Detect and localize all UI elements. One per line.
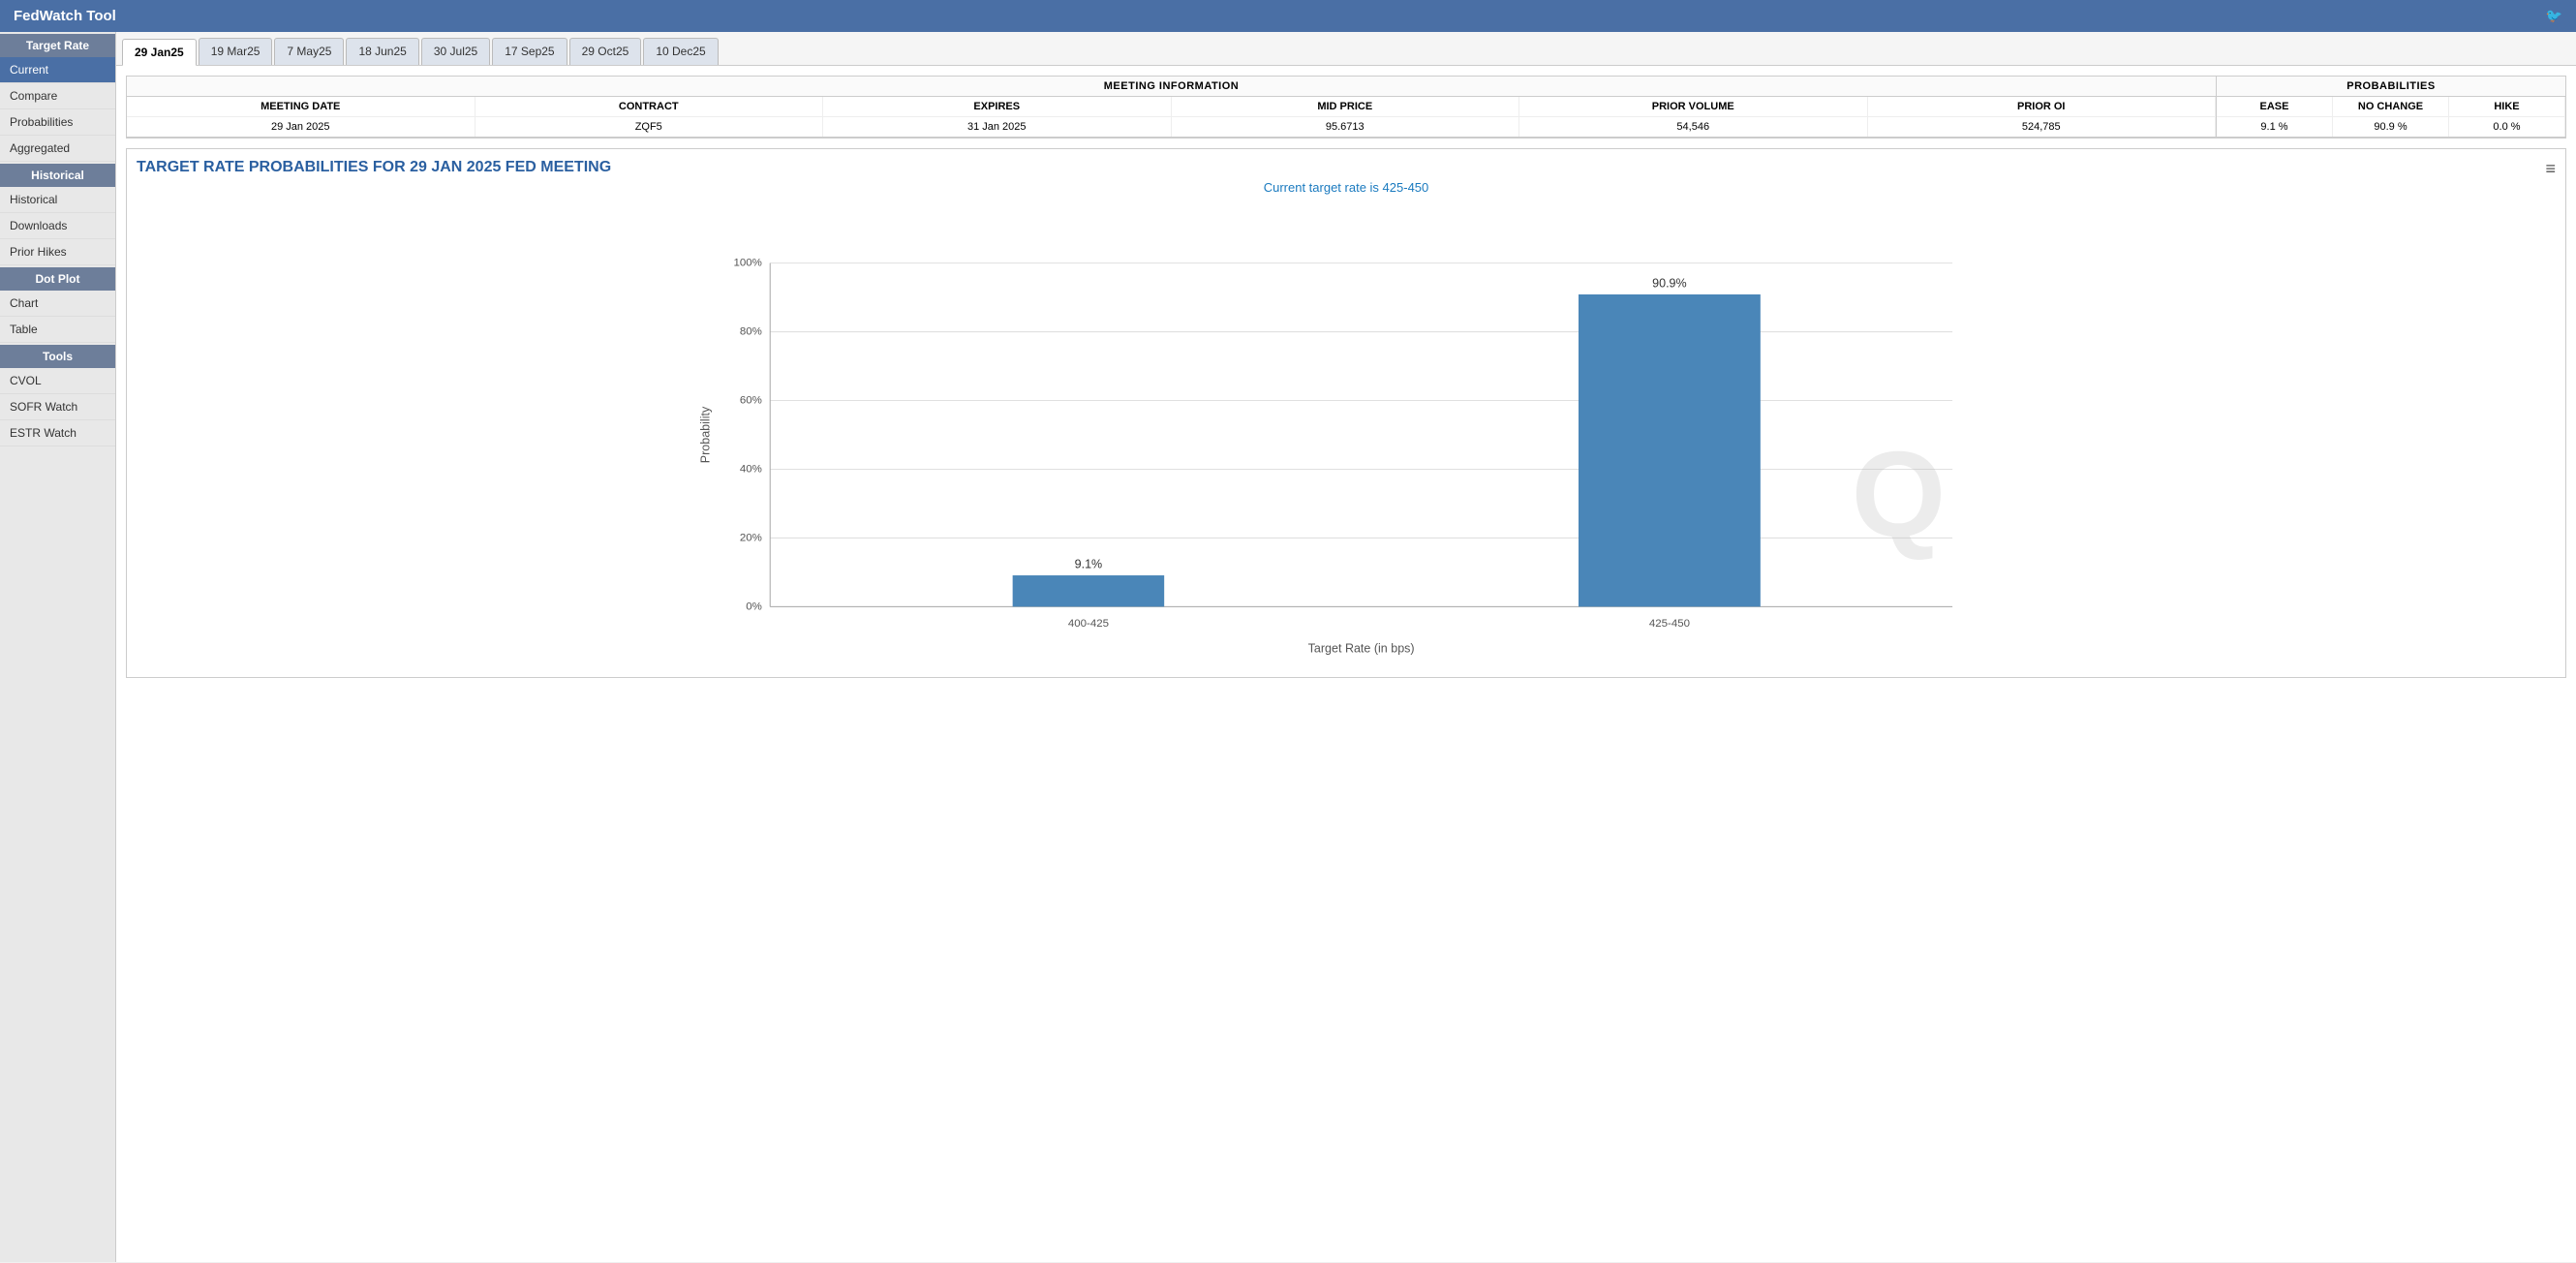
meeting-info-table: MEETING INFORMATION MEETING DATE CONTRAC… [126, 76, 2566, 139]
titlebar: FedWatch Tool 🐦 [0, 0, 2576, 32]
x-label-400-425: 400-425 [1068, 618, 1109, 630]
svg-text:40%: 40% [740, 464, 762, 476]
tab-bar: 29 Jan25 19 Mar25 7 May25 18 Jun25 30 Ju… [116, 32, 2576, 66]
val-mid-price: 95.6713 [1172, 117, 1520, 137]
twitter-icon[interactable]: 🐦 [2546, 8, 2562, 24]
sidebar-section-dot-plot: Dot Plot [0, 267, 115, 291]
chart-container: 0% 20% 40% 60% 80% 100% Probability [137, 202, 2556, 667]
sidebar-item-chart[interactable]: Chart [0, 291, 115, 317]
sidebar-item-prior-hikes[interactable]: Prior Hikes [0, 239, 115, 265]
sidebar: Target Rate Current Compare Probabilitie… [0, 32, 116, 1262]
col-prior-volume: PRIOR VOLUME [1519, 97, 1868, 117]
hamburger-menu-icon[interactable]: ≡ [2545, 159, 2556, 179]
bar-label-425-450: 90.9% [1652, 277, 1687, 291]
bar-label-400-425: 9.1% [1075, 558, 1103, 571]
col-mid-price: MID PRICE [1172, 97, 1520, 117]
col-hike: HIKE [2449, 97, 2565, 117]
tab-30jul25[interactable]: 30 Jul25 [421, 38, 490, 65]
col-ease: EASE [2217, 97, 2333, 117]
tab-10dec25[interactable]: 10 Dec25 [643, 38, 718, 65]
col-expires: EXPIRES [823, 97, 1172, 117]
sidebar-item-current[interactable]: Current [0, 57, 115, 83]
meeting-info-section-title: MEETING INFORMATION [127, 77, 2216, 97]
prob-col-headers: EASE NO CHANGE HIKE [2217, 97, 2565, 117]
tab-29jan25[interactable]: 29 Jan25 [122, 39, 197, 66]
tab-29oct25[interactable]: 29 Oct25 [569, 38, 642, 65]
tab-17sep25[interactable]: 17 Sep25 [492, 38, 567, 65]
val-no-change: 90.9 % [2333, 117, 2449, 137]
bar-425-450 [1579, 294, 1761, 606]
col-contract: CONTRACT [475, 97, 824, 117]
sidebar-item-compare[interactable]: Compare [0, 83, 115, 109]
main-content-area: 29 Jan25 19 Mar25 7 May25 18 Jun25 30 Ju… [116, 32, 2576, 1262]
chart-area: ≡ TARGET RATE PROBABILITIES FOR 29 JAN 2… [126, 148, 2566, 678]
sidebar-item-sofr-watch[interactable]: SOFR Watch [0, 394, 115, 420]
content-panel: MEETING INFORMATION MEETING DATE CONTRAC… [116, 66, 2576, 1262]
sidebar-item-aggregated[interactable]: Aggregated [0, 136, 115, 162]
sidebar-section-historical: Historical [0, 164, 115, 187]
svg-text:60%: 60% [740, 395, 762, 407]
x-label-425-450: 425-450 [1649, 618, 1690, 630]
tab-19mar25[interactable]: 19 Mar25 [199, 38, 273, 65]
val-contract: ZQF5 [475, 117, 824, 137]
tab-18jun25[interactable]: 18 Jun25 [346, 38, 418, 65]
sidebar-item-downloads[interactable]: Downloads [0, 213, 115, 239]
chart-svg: 0% 20% 40% 60% 80% 100% Probability [137, 202, 2556, 667]
sidebar-section-tools: Tools [0, 345, 115, 368]
prob-section-title: PROBABILITIES [2217, 77, 2565, 97]
val-expires: 31 Jan 2025 [823, 117, 1172, 137]
col-meeting-date: MEETING DATE [127, 97, 475, 117]
bar-400-425 [1013, 575, 1165, 606]
val-prior-volume: 54,546 [1519, 117, 1868, 137]
tab-7may25[interactable]: 7 May25 [274, 38, 344, 65]
prob-values: 9.1 % 90.9 % 0.0 % [2217, 117, 2565, 137]
svg-text:80%: 80% [740, 326, 762, 338]
main-layout: Target Rate Current Compare Probabilitie… [0, 32, 2576, 1262]
watermark: Q [1852, 426, 1946, 562]
x-axis-title: Target Rate (in bps) [1308, 641, 1415, 655]
chart-subtitle: Current target rate is 425-450 [137, 180, 2556, 195]
sidebar-item-probabilities[interactable]: Probabilities [0, 109, 115, 136]
svg-text:100%: 100% [734, 258, 762, 269]
val-hike: 0.0 % [2449, 117, 2565, 137]
sidebar-item-historical[interactable]: Historical [0, 187, 115, 213]
col-no-change: NO CHANGE [2333, 97, 2449, 117]
val-prior-oi: 524,785 [1868, 117, 2217, 137]
svg-text:0%: 0% [746, 601, 762, 613]
sidebar-item-table[interactable]: Table [0, 317, 115, 343]
sidebar-section-target-rate: Target Rate [0, 34, 115, 57]
sidebar-item-cvol[interactable]: CVOL [0, 368, 115, 394]
svg-text:20%: 20% [740, 533, 762, 544]
sidebar-item-estr-watch[interactable]: ESTR Watch [0, 420, 115, 447]
col-prior-oi: PRIOR OI [1868, 97, 2217, 117]
val-ease: 9.1 % [2217, 117, 2333, 137]
app-title: FedWatch Tool [14, 8, 116, 24]
meeting-info-col-headers: MEETING DATE CONTRACT EXPIRES MID PRICE … [127, 97, 2216, 117]
meeting-info-values: 29 Jan 2025 ZQF5 31 Jan 2025 95.6713 54,… [127, 117, 2216, 137]
chart-title: TARGET RATE PROBABILITIES FOR 29 JAN 202… [137, 159, 2556, 176]
val-meeting-date: 29 Jan 2025 [127, 117, 475, 137]
y-axis-title: Probability [699, 406, 713, 463]
